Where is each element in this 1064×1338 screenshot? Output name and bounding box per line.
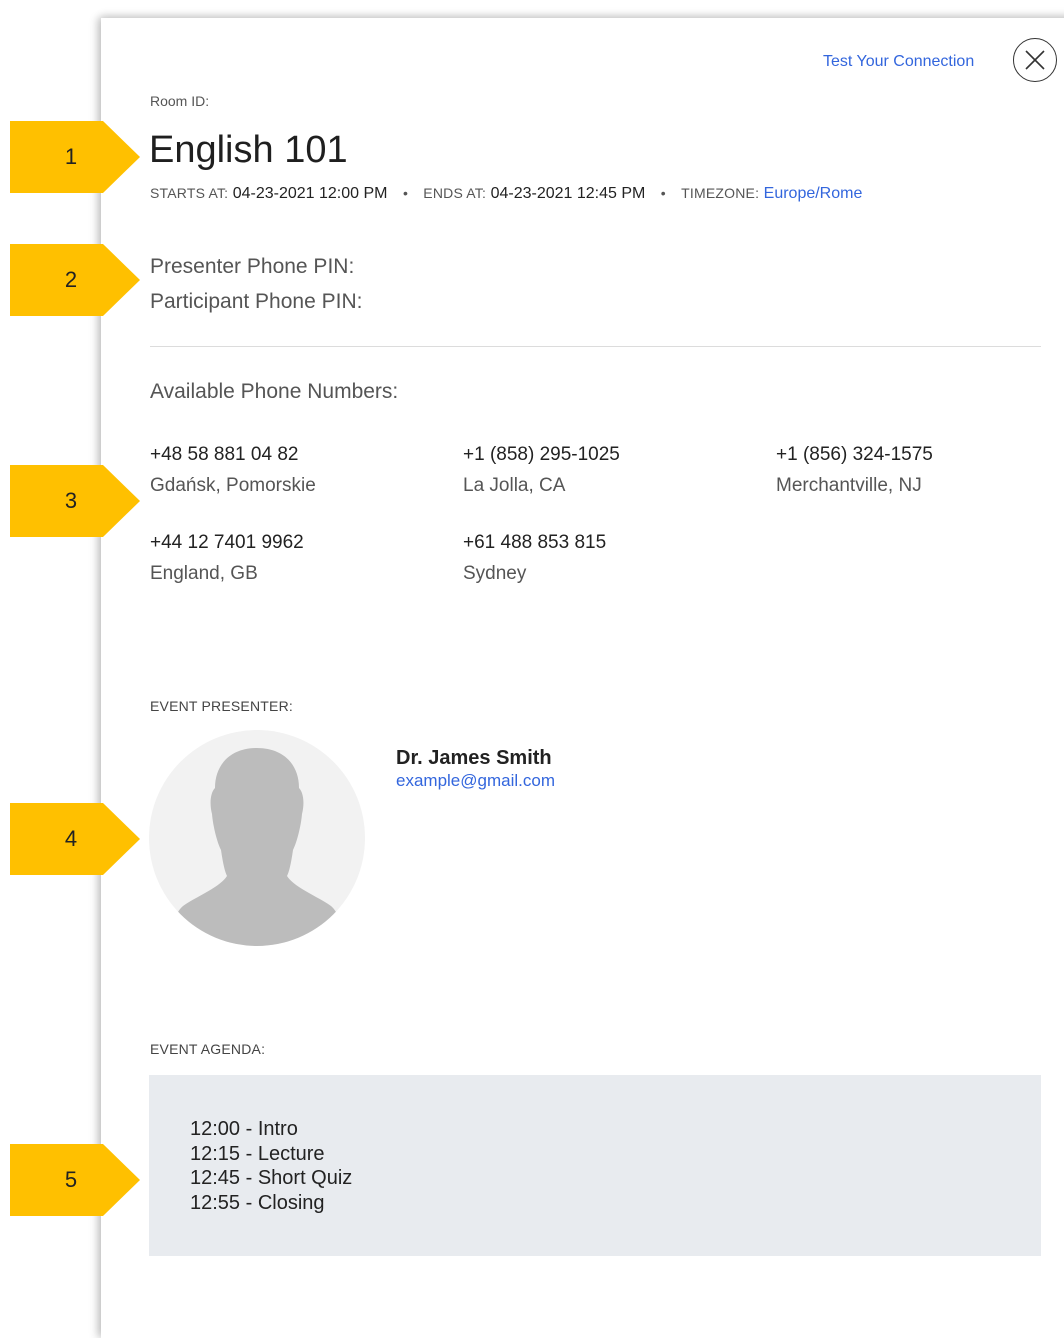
callout-number: 1 bbox=[64, 144, 78, 169]
room-id-label: Room ID: bbox=[150, 93, 210, 109]
phone-entry: +1 (856) 324-1575 Merchantville, NJ bbox=[776, 444, 1064, 497]
phone-location: La Jolla, CA bbox=[463, 475, 566, 496]
section-divider bbox=[150, 346, 1041, 347]
callout-number: 4 bbox=[64, 826, 78, 851]
page-title: English 101 bbox=[149, 129, 348, 171]
avatar bbox=[149, 730, 365, 946]
callout-marker-2: 2 bbox=[10, 244, 140, 316]
callout-number: 3 bbox=[64, 488, 78, 513]
agenda-item: 12:15 - Lecture bbox=[190, 1143, 325, 1165]
phone-location: Gdańsk, Pomorskie bbox=[150, 475, 316, 496]
callout-number: 5 bbox=[64, 1167, 78, 1192]
callout-number: 2 bbox=[64, 267, 78, 292]
presenter-email-link[interactable]: example@gmail.com bbox=[396, 771, 555, 791]
phone-number[interactable]: +61 488 853 815 bbox=[463, 532, 763, 554]
phone-entry: +44 12 7401 9962 England, GB bbox=[150, 532, 450, 585]
person-silhouette-icon bbox=[169, 748, 345, 946]
agenda-item: 12:45 - Short Quiz bbox=[190, 1167, 353, 1189]
ends-value: 04-23-2021 12:45 PM bbox=[490, 185, 646, 202]
presenter-pin-label: Presenter Phone PIN: bbox=[150, 255, 355, 278]
phone-location: Merchantville, NJ bbox=[776, 475, 922, 496]
phone-location: England, GB bbox=[150, 563, 258, 584]
starts-value: 04-23-2021 12:00 PM bbox=[232, 185, 388, 202]
agenda-item: 12:00 - Intro bbox=[190, 1118, 298, 1140]
agenda-item: 12:55 - Closing bbox=[190, 1192, 325, 1214]
close-button[interactable] bbox=[1013, 38, 1057, 82]
ends-label: ENDS AT: bbox=[423, 185, 487, 201]
callout-marker-3: 3 bbox=[10, 465, 140, 537]
starts-label: STARTS AT: bbox=[150, 185, 229, 201]
phone-number[interactable]: +44 12 7401 9962 bbox=[150, 532, 450, 554]
phone-number[interactable]: +1 (856) 324-1575 bbox=[776, 444, 1064, 466]
callout-marker-5: 5 bbox=[10, 1144, 140, 1216]
presenter-section-label: EVENT PRESENTER: bbox=[150, 698, 293, 714]
test-connection-link[interactable]: Test Your Connection bbox=[823, 53, 974, 71]
callout-marker-4: 4 bbox=[10, 803, 140, 875]
phone-entry: +61 488 853 815 Sydney bbox=[463, 532, 763, 585]
schedule-line: STARTS AT: 04-23-2021 12:00 PM • ENDS AT… bbox=[150, 185, 862, 203]
separator-dot: • bbox=[402, 185, 408, 201]
timezone-value[interactable]: Europe/Rome bbox=[764, 185, 863, 202]
phone-number[interactable]: +1 (858) 295-1025 bbox=[463, 444, 763, 466]
phone-location: Sydney bbox=[463, 563, 527, 584]
agenda-section-label: EVENT AGENDA: bbox=[150, 1041, 266, 1057]
phone-number[interactable]: +48 58 881 04 82 bbox=[150, 444, 450, 466]
presenter-name: Dr. James Smith bbox=[396, 747, 552, 769]
close-icon bbox=[1025, 50, 1045, 70]
callout-marker-1: 1 bbox=[10, 121, 140, 193]
phone-numbers-heading: Available Phone Numbers: bbox=[150, 380, 399, 403]
timezone-label: TIMEZONE: bbox=[681, 185, 760, 201]
phone-entry: +1 (858) 295-1025 La Jolla, CA bbox=[463, 444, 763, 497]
phone-entry: +48 58 881 04 82 Gdańsk, Pomorskie bbox=[150, 444, 450, 497]
participant-pin-label: Participant Phone PIN: bbox=[150, 290, 363, 313]
separator-dot: • bbox=[660, 185, 666, 201]
